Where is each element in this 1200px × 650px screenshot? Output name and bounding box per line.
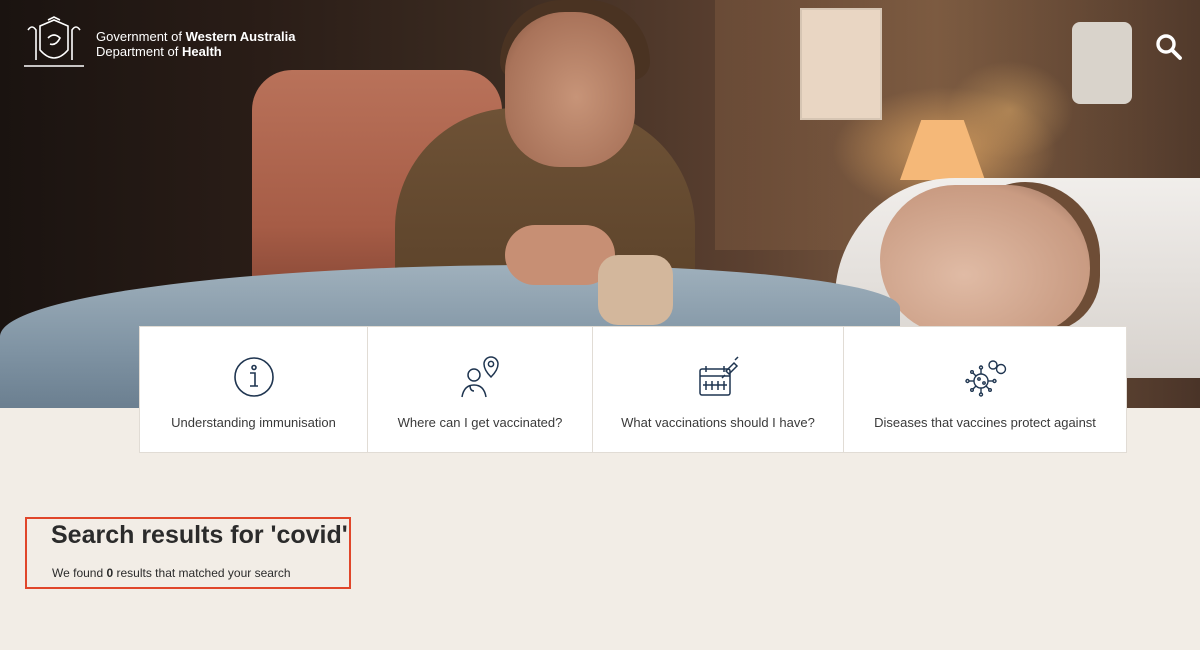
- tile-what-vaccinations[interactable]: What vaccinations should I have?: [593, 327, 844, 452]
- tile-diseases[interactable]: Diseases that vaccines protect against: [844, 327, 1126, 452]
- tile-label: Where can I get vaccinated?: [397, 415, 563, 430]
- hero-bandage: [598, 255, 673, 325]
- brand-line2-prefix: Department of: [96, 44, 182, 59]
- tile-label: Understanding immunisation: [171, 415, 336, 430]
- search-results-summary: Search results for 'covid' We found 0 re…: [25, 517, 351, 589]
- search-button[interactable]: [1152, 30, 1186, 64]
- results-prefix: We found: [52, 566, 107, 580]
- site-logo-link[interactable]: Government of Western Australia Departme…: [18, 16, 295, 72]
- tile-label: Diseases that vaccines protect against: [874, 415, 1096, 430]
- virus-icon: [965, 360, 1007, 397]
- hero-drawing: [800, 8, 882, 120]
- info-icon: [233, 357, 274, 397]
- hero-wall-device: [1072, 22, 1132, 104]
- calendar-syringe-icon: [699, 356, 739, 396]
- hero-child: [880, 185, 1090, 335]
- quick-links: Understanding immunisation Where can I g…: [140, 327, 1126, 452]
- tile-understanding-immunisation[interactable]: Understanding immunisation: [140, 327, 368, 452]
- wa-crest-icon: [24, 16, 84, 67]
- search-results-heading: Search results for 'covid': [51, 521, 348, 549]
- tile-where-vaccinated[interactable]: Where can I get vaccinated?: [368, 327, 593, 452]
- doctor-location-icon: [461, 356, 499, 398]
- results-suffix: results that matched your search: [113, 566, 291, 580]
- tile-label: What vaccinations should I have?: [621, 415, 815, 430]
- brand-text: Government of Western Australia Departme…: [96, 29, 295, 59]
- brand-line1-prefix: Government of: [96, 29, 186, 44]
- search-results-count-text: We found 0 results that matched your sea…: [52, 566, 291, 580]
- brand-line2-bold: Health: [182, 44, 222, 59]
- hero-woman-face: [505, 12, 635, 167]
- search-icon: [1156, 34, 1182, 60]
- brand-line1-bold: Western Australia: [185, 29, 296, 44]
